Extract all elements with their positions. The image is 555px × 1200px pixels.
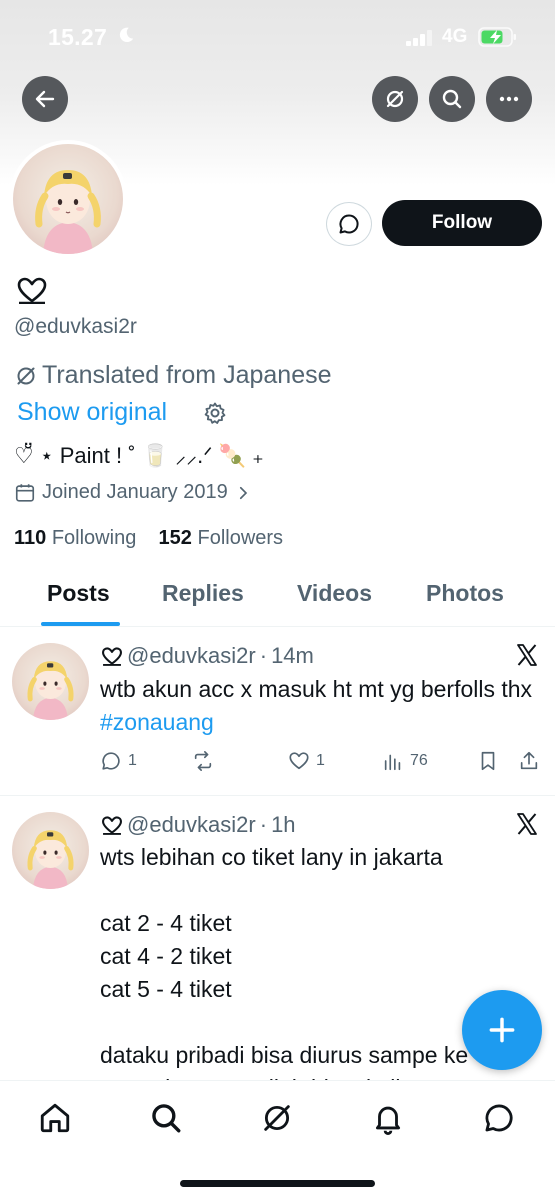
post-avatar[interactable] — [12, 643, 89, 720]
translated-notice: Translated from Japanese — [14, 361, 332, 390]
views-count: 76 — [410, 752, 428, 769]
views-button[interactable]: 76 — [382, 750, 428, 772]
tab-photos[interactable]: Photos — [426, 580, 504, 607]
post-text-body: wtb akun acc x masuk ht mt yg berfolls t… — [100, 676, 539, 702]
post-item[interactable]: @eduvkasi2r · 14m wtb akun acc x masuk ht … — [0, 627, 555, 796]
post-time[interactable]: 14m — [271, 643, 314, 669]
tab-replies[interactable]: Replies — [162, 580, 244, 607]
follow-button[interactable]: Follow — [382, 200, 542, 246]
translated-label: Translated from Japanese — [42, 361, 332, 389]
following-count: 110 — [14, 527, 47, 549]
post-header: @eduvkasi2r · 1h — [101, 812, 296, 838]
analytics-icon — [384, 754, 401, 771]
followers-label: Followers — [197, 527, 284, 549]
like-count: 1 — [316, 752, 325, 769]
heart-outline-icon — [102, 647, 122, 666]
x-logo-icon — [517, 813, 537, 835]
profile-avatar[interactable] — [9, 140, 127, 258]
messages-icon[interactable] — [482, 1101, 516, 1135]
bookmark-button[interactable] — [477, 750, 499, 772]
grok-icon[interactable] — [260, 1101, 294, 1135]
network-type: 4G — [442, 26, 468, 47]
heart-outline-icon — [17, 277, 47, 304]
joined-label: Joined January 2019 — [42, 481, 228, 503]
more-horizontal-icon — [499, 96, 519, 102]
calendar-icon — [15, 483, 35, 502]
repost-icon — [194, 751, 212, 771]
post-handle[interactable]: @eduvkasi2r — [127, 812, 256, 838]
follow-stats: 110 Following 152 Followers — [14, 527, 283, 550]
share-button[interactable] — [518, 750, 540, 772]
battery-charging-icon — [478, 27, 516, 47]
message-button[interactable] — [326, 202, 372, 246]
message-bubble-icon — [339, 214, 359, 234]
more-button[interactable] — [486, 76, 532, 122]
x-logo-icon — [517, 644, 537, 666]
avatar-illustration — [27, 830, 74, 889]
like-button[interactable]: 1 — [288, 750, 325, 772]
followers-count: 152 — [158, 527, 192, 549]
repost-button[interactable] — [192, 750, 220, 772]
chevron-right-icon — [239, 486, 247, 499]
share-icon — [520, 751, 538, 770]
search-icon[interactable] — [149, 1101, 183, 1135]
compose-button[interactable] — [462, 990, 542, 1070]
tab-videos[interactable]: Videos — [297, 580, 372, 607]
grok-icon — [386, 90, 404, 108]
hashtag-link[interactable]: #zonauang — [100, 709, 214, 735]
followers-link[interactable]: 152 Followers — [159, 527, 284, 549]
signal-icon — [406, 30, 432, 46]
post-time[interactable]: 1h — [271, 812, 295, 838]
search-button[interactable] — [429, 76, 475, 122]
show-original-link[interactable]: Show original — [17, 398, 167, 427]
heart-icon — [289, 752, 309, 770]
status-bar: 15.27 4G — [0, 0, 555, 70]
search-icon — [442, 89, 462, 109]
plus-icon — [489, 1017, 515, 1043]
post-handle[interactable]: @eduvkasi2r — [127, 643, 256, 669]
home-indicator — [180, 1180, 375, 1187]
reply-button[interactable]: 1 — [100, 750, 137, 772]
active-tab-indicator — [41, 622, 120, 626]
arrow-left-icon — [35, 90, 55, 108]
following-label: Following — [51, 527, 137, 549]
post-avatar[interactable] — [12, 812, 89, 889]
home-icon[interactable] — [38, 1101, 72, 1135]
post-header: @eduvkasi2r · 14m — [101, 643, 314, 669]
joined-date[interactable]: Joined January 2019 — [14, 481, 252, 504]
reply-count: 1 — [128, 752, 137, 769]
back-button[interactable] — [22, 76, 68, 122]
tab-posts[interactable]: Posts — [47, 580, 110, 607]
grok-icon — [17, 367, 35, 384]
reply-icon — [102, 752, 120, 770]
gear-icon[interactable] — [203, 401, 227, 425]
moon-icon — [119, 27, 134, 43]
status-time: 15.27 — [48, 24, 108, 50]
following-link[interactable]: 110 Following — [14, 527, 136, 549]
heart-outline-icon — [102, 816, 122, 835]
avatar-illustration — [27, 661, 74, 720]
avatar-illustration — [35, 170, 101, 254]
profile-tabs: Posts Replies Videos Photos — [0, 565, 555, 627]
post-actions: 1 1 76 — [100, 750, 545, 776]
profile-bio: ♡̆̈ ⋆ Paint ! ˚ 🥛 ⸝⸝.ᐟ 🍡 ₊ — [14, 443, 264, 468]
profile-handle: @eduvkasi2r — [14, 315, 137, 338]
bookmark-icon — [481, 751, 495, 771]
grok-button[interactable] — [372, 76, 418, 122]
post-text: wtb akun acc x masuk ht mt yg berfolls t… — [100, 673, 540, 739]
notifications-bell-icon[interactable] — [371, 1101, 405, 1135]
